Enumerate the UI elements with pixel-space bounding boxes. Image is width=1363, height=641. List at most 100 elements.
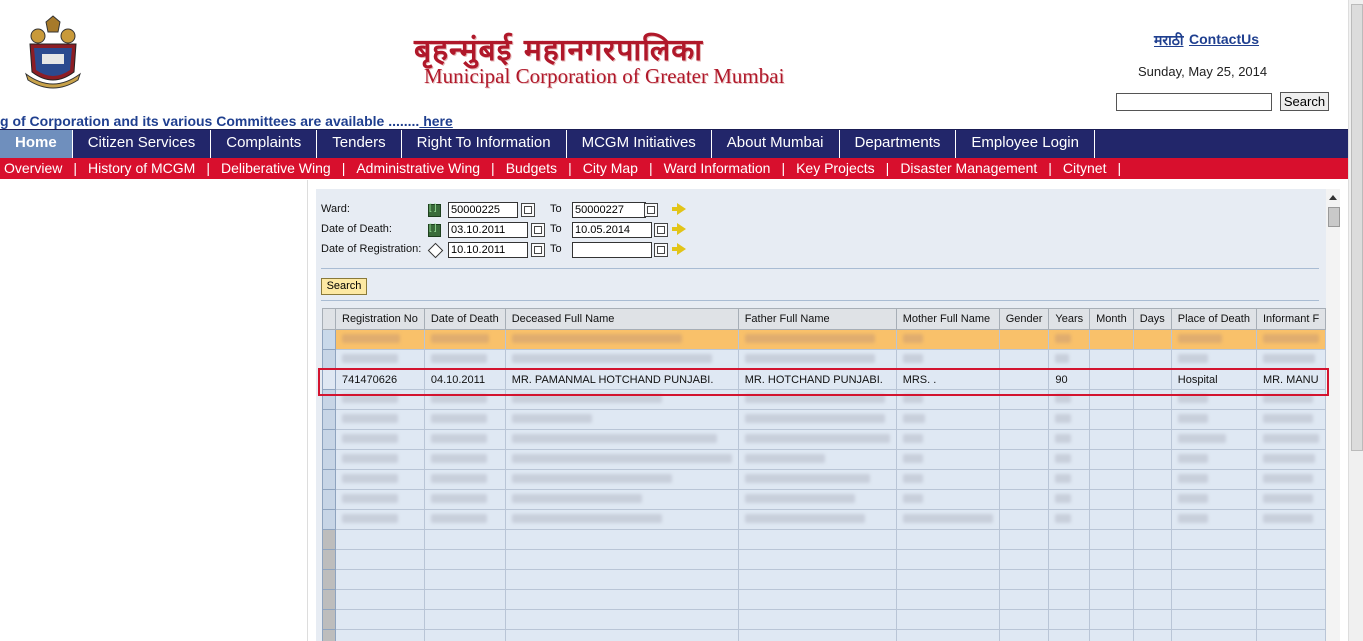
- redacted-cell: [1048, 449, 1091, 470]
- death-date-from-input[interactable]: 03.10.2011: [448, 222, 528, 238]
- column-header-place-of-death[interactable]: Place of Death: [1170, 308, 1257, 330]
- row-selector[interactable]: [322, 589, 336, 610]
- nav-item-right-to-information[interactable]: Right To Information: [402, 130, 567, 158]
- row-selector[interactable]: [322, 329, 336, 350]
- redacted-content: [342, 413, 398, 423]
- row-selector[interactable]: [322, 569, 336, 590]
- subnav-item-city-map[interactable]: City Map: [583, 158, 638, 179]
- single-value-option-icon[interactable]: [427, 242, 444, 259]
- column-header-date-of-death[interactable]: Date of Death: [423, 308, 506, 330]
- range-option-icon[interactable]: [428, 222, 441, 237]
- row-selector[interactable]: [322, 529, 336, 550]
- table-row-redacted[interactable]: [322, 509, 1326, 530]
- calendar-icon[interactable]: [531, 243, 545, 257]
- more-selection-arrow-icon[interactable]: [672, 243, 686, 255]
- page-scrollbar[interactable]: [1348, 0, 1363, 641]
- column-header-mother-full-name[interactable]: Mother Full Name: [895, 308, 1000, 330]
- table-row-redacted[interactable]: [322, 409, 1326, 430]
- redacted-cell: [895, 469, 1000, 490]
- redacted-content: [430, 513, 487, 523]
- row-selector[interactable]: [322, 349, 336, 370]
- redacted-content: [430, 413, 487, 423]
- nav-item-tenders[interactable]: Tenders: [317, 130, 402, 158]
- more-selection-arrow-icon[interactable]: [672, 203, 686, 215]
- column-header-gender[interactable]: Gender: [998, 308, 1050, 330]
- ward-to-input[interactable]: 50000227: [572, 202, 646, 218]
- marathi-language-link[interactable]: मराठी: [1154, 31, 1183, 50]
- column-header-registration-no[interactable]: Registration No: [335, 308, 425, 330]
- redacted-content: [430, 453, 487, 463]
- select-all-header[interactable]: [322, 308, 336, 330]
- frame-scrollbar-thumb[interactable]: [1328, 207, 1340, 227]
- scroll-up-arrow-icon[interactable]: [1329, 195, 1337, 200]
- nav-item-employee-login[interactable]: Employee Login: [956, 130, 1095, 158]
- registration-date-to-input[interactable]: [572, 242, 652, 258]
- site-search-button[interactable]: Search: [1280, 92, 1329, 111]
- column-header-informant-f[interactable]: Informant F: [1255, 308, 1326, 330]
- nav-item-home[interactable]: Home: [0, 130, 73, 158]
- multi-select-icon[interactable]: [644, 203, 658, 217]
- empty-cell: [895, 589, 1000, 610]
- row-selector[interactable]: [322, 609, 336, 630]
- column-header-deceased-full-name[interactable]: Deceased Full Name: [504, 308, 739, 330]
- redacted-cell: [1170, 489, 1257, 510]
- column-header-days[interactable]: Days: [1132, 308, 1172, 330]
- multi-select-icon[interactable]: [521, 203, 535, 217]
- table-row-redacted[interactable]: [322, 429, 1326, 450]
- mcgm-emblem-icon[interactable]: [18, 14, 88, 90]
- table-row-redacted[interactable]: [322, 489, 1326, 510]
- frame-scrollbar[interactable]: [1326, 189, 1340, 641]
- range-option-icon[interactable]: [428, 202, 441, 217]
- site-search-input[interactable]: [1116, 93, 1272, 111]
- redacted-content: [1262, 493, 1313, 503]
- table-row-empty: [322, 569, 1326, 590]
- row-selector[interactable]: [322, 409, 336, 430]
- table-row-redacted[interactable]: [322, 329, 1326, 350]
- subnav-item-budgets[interactable]: Budgets: [506, 158, 557, 179]
- subnav-item-ward-information[interactable]: Ward Information: [664, 158, 771, 179]
- subnav-separator: |: [1048, 160, 1052, 176]
- calendar-icon[interactable]: [531, 223, 545, 237]
- subnav-item-administrative-wing[interactable]: Administrative Wing: [356, 158, 480, 179]
- subnav-item-history-of-mcgm[interactable]: History of MCGM: [88, 158, 195, 179]
- row-selector[interactable]: [322, 489, 336, 510]
- redacted-cell: [1170, 429, 1257, 450]
- subnav-item-citynet[interactable]: Citynet: [1063, 158, 1107, 179]
- empty-cell: [895, 609, 1000, 630]
- subnav-item-disaster-management[interactable]: Disaster Management: [900, 158, 1037, 179]
- subnav-item-key-projects[interactable]: Key Projects: [796, 158, 875, 179]
- redacted-cell: [1048, 469, 1091, 490]
- column-header-years[interactable]: Years: [1048, 308, 1091, 330]
- divider: [321, 300, 1319, 301]
- row-selector[interactable]: [322, 469, 336, 490]
- more-selection-arrow-icon[interactable]: [672, 223, 686, 235]
- subnav-item-overview[interactable]: Overview: [4, 158, 62, 179]
- filter-search-button[interactable]: Search: [321, 278, 367, 295]
- nav-item-citizen-services[interactable]: Citizen Services: [73, 130, 212, 158]
- nav-item-about-mumbai[interactable]: About Mumbai: [712, 130, 840, 158]
- calendar-icon[interactable]: [654, 223, 668, 237]
- registration-date-from-input[interactable]: 10.10.2011: [448, 242, 528, 258]
- ward-from-input[interactable]: 50000225: [448, 202, 518, 218]
- row-selector[interactable]: [322, 449, 336, 470]
- table-row-redacted[interactable]: [322, 449, 1326, 470]
- table-row-redacted[interactable]: [322, 349, 1326, 370]
- nav-item-mcgm-initiatives[interactable]: MCGM Initiatives: [567, 130, 712, 158]
- death-date-to-input[interactable]: 10.05.2014: [572, 222, 652, 238]
- row-selector[interactable]: [322, 509, 336, 530]
- row-selector[interactable]: [322, 629, 336, 641]
- contact-us-link[interactable]: ContactUs: [1189, 31, 1259, 47]
- column-header-father-full-name[interactable]: Father Full Name: [737, 308, 897, 330]
- column-header-month[interactable]: Month: [1089, 308, 1134, 330]
- marquee-here-link[interactable]: here: [419, 113, 453, 129]
- row-selector[interactable]: [322, 549, 336, 570]
- table-row-redacted[interactable]: [322, 469, 1326, 490]
- redacted-cell: [895, 329, 1000, 350]
- calendar-icon[interactable]: [654, 243, 668, 257]
- redacted-cell: [1132, 449, 1172, 470]
- nav-item-complaints[interactable]: Complaints: [211, 130, 318, 158]
- row-selector[interactable]: [322, 429, 336, 450]
- page-scrollbar-thumb[interactable]: [1351, 4, 1363, 451]
- subnav-item-deliberative-wing[interactable]: Deliberative Wing: [221, 158, 331, 179]
- nav-item-departments[interactable]: Departments: [840, 130, 957, 158]
